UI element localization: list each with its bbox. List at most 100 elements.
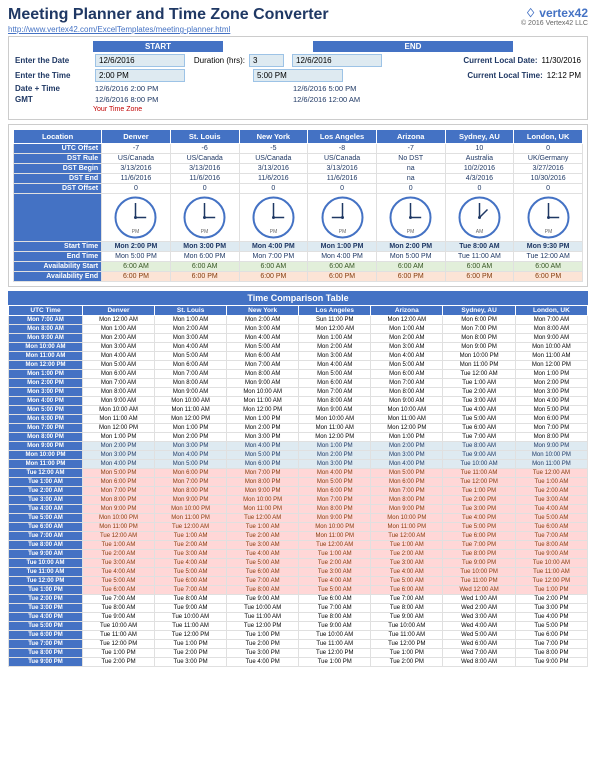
dst-az: No DST bbox=[376, 154, 445, 164]
time-cell: Mon 10:00 PM bbox=[443, 352, 515, 361]
time-cell: Tue 8:00 AM bbox=[227, 586, 299, 595]
svg-text:PM: PM bbox=[407, 229, 415, 235]
time-cell: Tue 7:00 AM bbox=[227, 577, 299, 586]
time-cell: Tue 11:00 AM bbox=[227, 613, 299, 622]
dsto-denver: 0 bbox=[102, 184, 171, 194]
comp-header-stlouis: St. Louis bbox=[155, 306, 227, 316]
time-cell: Mon 7:00 PM bbox=[82, 487, 154, 496]
time-cell: Tue 6:00 AM bbox=[299, 595, 371, 604]
time-row: Enter the Time Current Local Time: 12:12… bbox=[15, 69, 581, 82]
time-cell: Mon 2:00 AM bbox=[371, 334, 443, 343]
time-cell: Tue 7:00 AM bbox=[371, 595, 443, 604]
time-cell: Tue 5:00 AM bbox=[155, 568, 227, 577]
time-cell: Tue 6:00 AM bbox=[227, 568, 299, 577]
start-date-input[interactable] bbox=[95, 54, 185, 67]
time-cell: Tue 5:00 AM bbox=[299, 586, 371, 595]
table-row: Mon 10:00 PMMon 3:00 PMMon 4:00 PMMon 5:… bbox=[9, 451, 588, 460]
time-cell: Tue 7:00 PM bbox=[515, 640, 587, 649]
time-cell: Mon 9:00 AM bbox=[515, 334, 587, 343]
time-cell: Mon 5:00 AM bbox=[299, 370, 371, 379]
utc-az: -7 bbox=[376, 144, 445, 154]
time-cell: Mon 5:00 PM bbox=[155, 460, 227, 469]
time-cell: Tue 2:00 PM bbox=[371, 658, 443, 667]
time-cell: Mon 5:00 PM bbox=[227, 451, 299, 460]
utc-time-cell: Mon 10:00 PM bbox=[9, 451, 83, 460]
utc-time-cell: Tue 3:00 AM bbox=[9, 496, 83, 505]
as-az: 6:00 AM bbox=[376, 262, 445, 272]
time-cell: Mon 10:00 AM bbox=[155, 397, 227, 406]
utc-time-cell: Tue 11:00 AM bbox=[9, 568, 83, 577]
duration-input[interactable] bbox=[249, 54, 284, 67]
svg-text:PM: PM bbox=[201, 229, 209, 235]
time-cell: Tue 8:00 AM bbox=[515, 541, 587, 550]
time-cell: Tue 9:00 AM bbox=[443, 451, 515, 460]
time-cell: Tue 10:00 AM bbox=[299, 631, 371, 640]
ae-sydney: 6:00 PM bbox=[445, 272, 514, 282]
time-cell: Tue 2:00 AM bbox=[82, 550, 154, 559]
loc-header-la: Los Angeles bbox=[308, 130, 377, 144]
time-cell: Mon 6:00 PM bbox=[155, 469, 227, 478]
time-cell: Tue 1:00 PM bbox=[82, 649, 154, 658]
time-cell: Tue 6:00 PM bbox=[443, 532, 515, 541]
start-time-input[interactable] bbox=[95, 69, 185, 82]
time-cell: Tue 12:00 PM bbox=[371, 640, 443, 649]
end-date-input[interactable] bbox=[292, 54, 382, 67]
utc-time-cell: Tue 1:00 AM bbox=[9, 478, 83, 487]
et-denver: Mon 5:00 PM bbox=[102, 252, 171, 262]
end-time-label: End Time bbox=[14, 252, 102, 262]
time-cell: Mon 6:00 AM bbox=[82, 370, 154, 379]
time-cell: Mon 7:00 AM bbox=[371, 379, 443, 388]
time-cell: Tue 9:00 AM bbox=[155, 604, 227, 613]
time-cell: Tue 12:00 PM bbox=[82, 640, 154, 649]
time-cell: Tue 7:00 AM bbox=[515, 532, 587, 541]
time-cell: Mon 8:00 PM bbox=[299, 505, 371, 514]
table-row: Mon 12:00 PMMon 5:00 AMMon 6:00 AMMon 7:… bbox=[9, 361, 588, 370]
time-cell: Mon 8:00 AM bbox=[227, 370, 299, 379]
time-cell: Mon 8:00 PM bbox=[371, 496, 443, 505]
time-cell: Tue 12:00 PM bbox=[515, 577, 587, 586]
end-time-input[interactable] bbox=[253, 69, 343, 82]
utc-time-cell: Tue 6:00 PM bbox=[9, 631, 83, 640]
time-cell: Mon 5:00 PM bbox=[299, 478, 371, 487]
time-cell: Mon 8:00 AM bbox=[515, 325, 587, 334]
end-time-row: End Time Mon 5:00 PM Mon 6:00 PM Mon 7:0… bbox=[14, 252, 583, 262]
table-row: Tue 5:00 PMTue 10:00 AMTue 11:00 AMTue 1… bbox=[9, 622, 588, 631]
table-row: Tue 4:00 AMMon 9:00 PMMon 10:00 PMMon 11… bbox=[9, 505, 588, 514]
time-cell: Mon 11:00 PM bbox=[227, 505, 299, 514]
avail-end-label: Availability End bbox=[14, 272, 102, 282]
clock-stlouis: PM bbox=[170, 194, 239, 242]
location-table: Location Denver St. Louis New York Los A… bbox=[13, 129, 583, 282]
table-row: Mon 2:00 PMMon 7:00 AMMon 8:00 AMMon 9:0… bbox=[9, 379, 588, 388]
utc-time-cell: Mon 7:00 PM bbox=[9, 424, 83, 433]
table-row: Mon 11:00 PMMon 4:00 PMMon 5:00 PMMon 6:… bbox=[9, 460, 588, 469]
time-cell: Mon 3:00 PM bbox=[299, 460, 371, 469]
dst-stlouis: US/Canada bbox=[170, 154, 239, 164]
time-cell: Tue 10:00 AM bbox=[155, 613, 227, 622]
st-sydney: Tue 8:00 AM bbox=[445, 242, 514, 252]
st-newyork: Mon 4:00 PM bbox=[239, 242, 308, 252]
comp-header-denver: Denver bbox=[82, 306, 154, 316]
dsto-az: 0 bbox=[376, 184, 445, 194]
page-url[interactable]: http://www.vertex42.com/ExcelTemplates/m… bbox=[8, 25, 230, 34]
loc-header-london: London, UK bbox=[514, 130, 583, 144]
time-cell: Mon 6:00 AM bbox=[371, 370, 443, 379]
ae-newyork: 6:00 PM bbox=[239, 272, 308, 282]
time-cell: Tue 10:00 PM bbox=[443, 568, 515, 577]
st-az: Mon 2:00 PM bbox=[376, 242, 445, 252]
dst-london: UK/Germany bbox=[514, 154, 583, 164]
local-time-label: Current Local Time: bbox=[467, 71, 542, 80]
time-cell: Mon 2:00 AM bbox=[155, 325, 227, 334]
time-cell: Tue 6:00 PM bbox=[515, 631, 587, 640]
time-cell: Mon 7:00 AM bbox=[515, 316, 587, 325]
time-cell: Mon 9:00 PM bbox=[155, 496, 227, 505]
local-date-label: Current Local Date: bbox=[463, 56, 537, 65]
time-cell: Mon 4:00 PM bbox=[82, 460, 154, 469]
dsto-london: 0 bbox=[514, 184, 583, 194]
end-datetime: 12/6/2016 5:00 PM bbox=[293, 84, 423, 93]
clock-az: PM bbox=[376, 194, 445, 242]
table-row: Tue 7:00 AMTue 12:00 AMTue 1:00 AMTue 2:… bbox=[9, 532, 588, 541]
time-cell: Wed 8:00 AM bbox=[443, 658, 515, 667]
dste-la: 11/6/2016 bbox=[308, 174, 377, 184]
time-cell: Mon 2:00 PM bbox=[299, 451, 371, 460]
loc-header-location: Location bbox=[14, 130, 102, 144]
